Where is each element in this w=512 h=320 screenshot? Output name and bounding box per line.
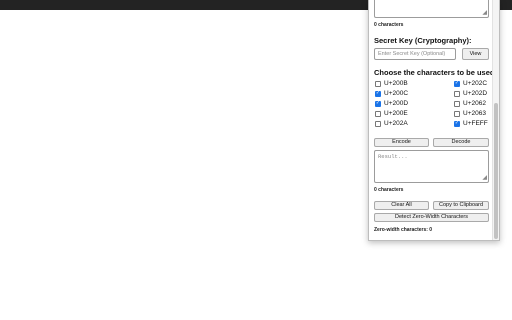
result-textarea[interactable]: Result... ◢ xyxy=(374,150,489,183)
characters-title: Choose the characters to be used: xyxy=(374,68,497,77)
char-option-label: U+2063 xyxy=(463,110,486,117)
checkbox[interactable] xyxy=(375,90,381,97)
popup-scrollbar[interactable] xyxy=(492,0,499,240)
char-option-202d[interactable]: U+202D xyxy=(454,89,487,98)
char-option-label: U+2062 xyxy=(463,100,486,107)
result-placeholder: Result... xyxy=(378,153,408,160)
checkbox[interactable] xyxy=(454,110,460,117)
checkbox[interactable] xyxy=(454,120,460,127)
checkbox[interactable] xyxy=(375,80,381,87)
scrollbar-thumb[interactable] xyxy=(494,103,498,239)
checkbox[interactable] xyxy=(375,110,381,117)
char-option-label: U+200E xyxy=(384,110,408,117)
char-option-label: U+200C xyxy=(384,90,409,97)
secret-key-input[interactable] xyxy=(374,48,456,60)
char-option-200c[interactable]: U+200C xyxy=(375,89,408,98)
char-option-label: U+202D xyxy=(463,90,488,97)
checkbox[interactable] xyxy=(375,120,381,127)
char-option-label: U+200B xyxy=(384,80,408,87)
checkbox[interactable] xyxy=(454,100,460,107)
view-key-button[interactable]: View xyxy=(462,48,489,60)
input-character-counter: 0 characters xyxy=(374,22,404,28)
decode-button[interactable]: Decode xyxy=(433,138,489,147)
char-option-label: U+202C xyxy=(463,80,488,87)
char-option-200b[interactable]: U+200B xyxy=(375,79,408,88)
resize-grip-icon[interactable]: ◢ xyxy=(482,175,487,181)
result-character-counter: 0 characters xyxy=(374,187,404,193)
popup-content: ◢ 0 characters Secret Key (Cryptography)… xyxy=(369,0,497,240)
char-option-202c[interactable]: U+202C xyxy=(454,79,487,88)
secret-key-title: Secret Key (Cryptography): xyxy=(374,36,472,45)
detect-zero-width-button[interactable]: Detect Zero-Width Characters xyxy=(374,213,489,222)
extension-popup: ◢ 0 characters Secret Key (Cryptography)… xyxy=(368,0,500,241)
checkbox[interactable] xyxy=(454,80,460,87)
char-option-feff[interactable]: U+FEFF xyxy=(454,119,488,128)
encode-button[interactable]: Encode xyxy=(374,138,429,147)
clear-all-button[interactable]: Clear All xyxy=(374,201,429,210)
zero-width-count: Zero-width characters: 0 xyxy=(374,227,433,233)
input-textarea[interactable]: ◢ xyxy=(374,0,489,18)
char-option-200e[interactable]: U+200E xyxy=(375,109,408,118)
char-option-202a[interactable]: U+202A xyxy=(375,119,408,128)
resize-grip-icon[interactable]: ◢ xyxy=(482,10,487,16)
char-option-label: U+200D xyxy=(384,100,409,107)
char-option-2063[interactable]: U+2063 xyxy=(454,109,486,118)
copy-to-clipboard-button[interactable]: Copy to Clipboard xyxy=(433,201,489,210)
checkbox[interactable] xyxy=(375,100,381,107)
char-option-label: U+FEFF xyxy=(463,120,488,127)
char-option-200d[interactable]: U+200D xyxy=(375,99,408,108)
char-option-2062[interactable]: U+2062 xyxy=(454,99,486,108)
checkbox[interactable] xyxy=(454,90,460,97)
char-option-label: U+202A xyxy=(384,120,408,127)
